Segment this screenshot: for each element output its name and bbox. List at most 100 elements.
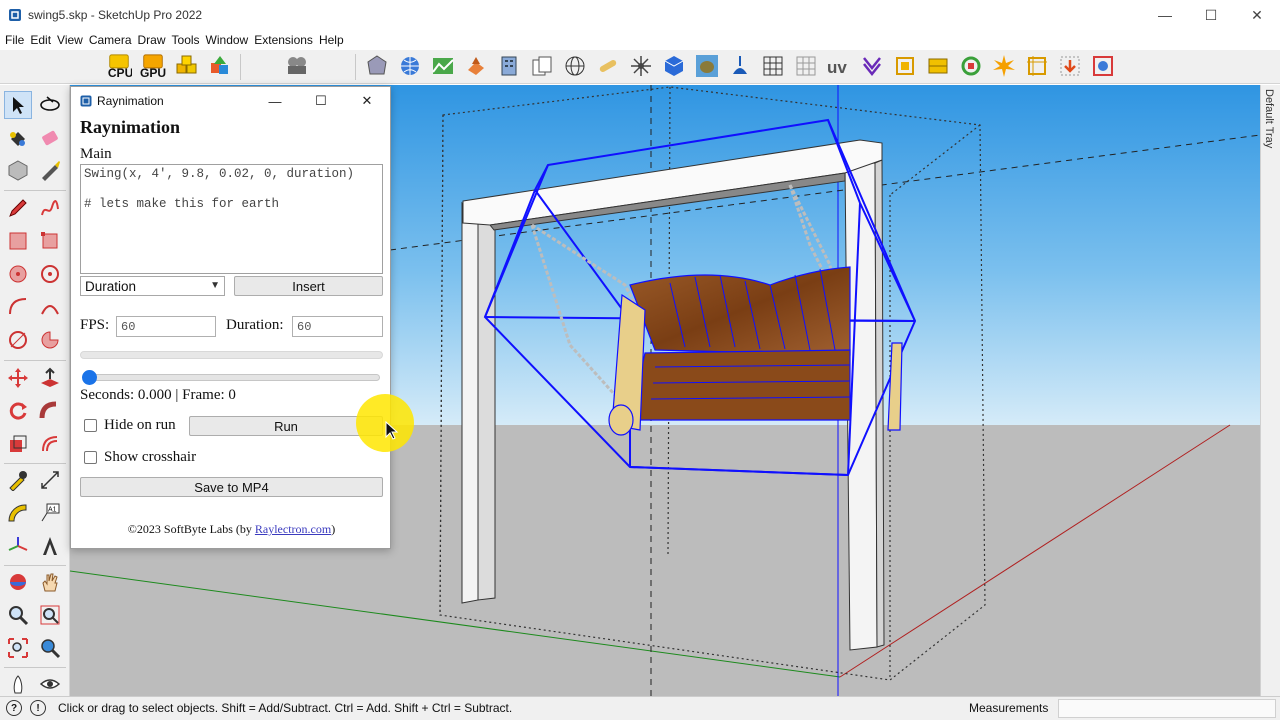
close-button[interactable]: ✕ [1234, 0, 1280, 30]
follow-me-icon[interactable] [36, 397, 64, 425]
walk-icon[interactable] [4, 670, 32, 698]
dialog-close-button[interactable]: ✕ [344, 87, 390, 115]
lamp-icon[interactable] [727, 53, 753, 79]
info-icon[interactable]: ! [30, 700, 46, 716]
menu-help[interactable]: Help [316, 33, 347, 47]
orbit-icon[interactable] [36, 91, 64, 119]
axes-icon[interactable] [4, 532, 32, 560]
zoom-window-icon[interactable] [36, 601, 64, 629]
scroll-icon[interactable] [595, 53, 621, 79]
protractor-icon[interactable] [4, 499, 32, 527]
minimize-button[interactable]: — [1142, 0, 1188, 30]
burst-icon[interactable] [991, 53, 1017, 79]
sandbox-icon[interactable] [463, 53, 489, 79]
dialog-footer: ©2023 SoftByte Labs (by Raylectron.com) [71, 522, 392, 537]
polygon-icon[interactable] [36, 260, 64, 288]
grid-icon[interactable] [760, 53, 786, 79]
sun-icon[interactable] [628, 53, 654, 79]
pie-icon[interactable] [36, 326, 64, 354]
duration-input[interactable]: 60 [292, 316, 383, 337]
arc-icon[interactable] [4, 293, 32, 321]
insert-button[interactable]: Insert [234, 276, 383, 296]
timeline-slider-thumb[interactable] [82, 370, 97, 385]
previous-view-icon[interactable] [36, 634, 64, 662]
raylectron-link[interactable]: Raylectron.com [255, 522, 331, 536]
scale-icon[interactable] [4, 430, 32, 458]
variable-select[interactable]: Duration ▼ [80, 276, 225, 296]
dimension-icon[interactable] [36, 466, 64, 494]
move-icon[interactable] [4, 364, 32, 392]
hide-on-run-checkbox[interactable] [84, 419, 97, 432]
arrow-down-icon[interactable] [859, 53, 885, 79]
menu-draw[interactable]: Draw [135, 33, 169, 47]
main-toolbar: CPU GPU uv [0, 50, 1280, 84]
dialog-title-bar[interactable]: Raynimation — ☐ ✕ [71, 87, 390, 115]
menu-window[interactable]: Window [203, 33, 252, 47]
geo-location-icon[interactable]: ? [6, 700, 22, 716]
pencil-icon[interactable] [4, 194, 32, 222]
menu-extensions[interactable]: Extensions [251, 33, 316, 47]
building-icon[interactable] [496, 53, 522, 79]
eraser-icon[interactable] [36, 124, 64, 152]
frame-filled-icon[interactable] [925, 53, 951, 79]
fps-input[interactable]: 60 [116, 316, 216, 337]
rotated-rectangle-icon[interactable] [36, 227, 64, 255]
script-editor[interactable]: Swing(x, 4', 9.8, 0.02, 0, duration) # l… [80, 164, 383, 274]
circle-icon[interactable] [4, 260, 32, 288]
hide-on-run-label: Hide on run [104, 417, 176, 433]
rectangle-icon[interactable] [4, 227, 32, 255]
gem-icon[interactable] [364, 53, 390, 79]
dialog-maximize-button[interactable]: ☐ [298, 87, 344, 115]
wireframe-sphere-icon[interactable] [562, 53, 588, 79]
terrain-icon[interactable] [430, 53, 456, 79]
menu-file[interactable]: File [2, 33, 27, 47]
menu-view[interactable]: View [54, 33, 86, 47]
look-around-icon[interactable] [36, 670, 64, 698]
cpu-render-icon[interactable]: CPU [106, 53, 132, 80]
measurements-input[interactable] [1058, 699, 1276, 718]
arc-3pt-icon[interactable] [4, 326, 32, 354]
status-message: Click or drag to select objects. Shift =… [58, 701, 513, 715]
frame-icon[interactable] [892, 53, 918, 79]
arc-2pt-icon[interactable] [36, 293, 64, 321]
component-icon[interactable] [4, 156, 32, 184]
menu-camera[interactable]: Camera [86, 33, 135, 47]
documents-icon[interactable] [529, 53, 555, 79]
3d-text-icon[interactable] [36, 532, 64, 560]
zoom-extents-icon[interactable] [4, 634, 32, 662]
paint-bucket-icon[interactable] [4, 124, 32, 152]
grid-light-icon[interactable] [793, 53, 819, 79]
crop-icon[interactable] [1024, 53, 1050, 79]
dialog-minimize-button[interactable]: — [252, 87, 298, 115]
menu-tools[interactable]: Tools [169, 33, 203, 47]
shapes-icon[interactable] [207, 53, 233, 79]
menu-edit[interactable]: Edit [27, 33, 54, 47]
tape-icon[interactable] [36, 156, 64, 184]
save-to-mp4-button[interactable]: Save to MP4 [80, 477, 383, 497]
select-icon[interactable] [4, 91, 32, 119]
show-crosshair-checkbox[interactable] [84, 451, 97, 464]
zoom-icon[interactable] [4, 601, 32, 629]
default-tray-tab[interactable]: Default Tray [1260, 85, 1280, 696]
stone-icon[interactable] [694, 53, 720, 79]
offset-icon[interactable] [36, 430, 64, 458]
film-reel-icon[interactable] [284, 53, 310, 79]
gear-frame-icon[interactable] [1090, 53, 1116, 79]
refresh-icon[interactable] [958, 53, 984, 79]
push-pull-icon[interactable] [36, 364, 64, 392]
orbit-tool-icon[interactable] [4, 568, 32, 596]
pan-icon[interactable] [36, 568, 64, 596]
globe-icon[interactable] [397, 53, 423, 79]
components-icon[interactable] [174, 53, 200, 79]
rotate-icon[interactable] [4, 397, 32, 425]
tape-measure-icon[interactable] [4, 466, 32, 494]
export-icon[interactable] [1057, 53, 1083, 79]
run-button[interactable]: Run [189, 416, 383, 436]
timeline-slider[interactable] [83, 374, 380, 381]
uv-icon[interactable]: uv [826, 53, 852, 79]
maximize-button[interactable]: ☐ [1188, 0, 1234, 30]
freehand-icon[interactable] [36, 194, 64, 222]
text-icon[interactable]: A1 [36, 499, 64, 527]
gpu-render-icon[interactable]: GPU [140, 53, 166, 80]
cube-icon[interactable] [661, 53, 687, 79]
